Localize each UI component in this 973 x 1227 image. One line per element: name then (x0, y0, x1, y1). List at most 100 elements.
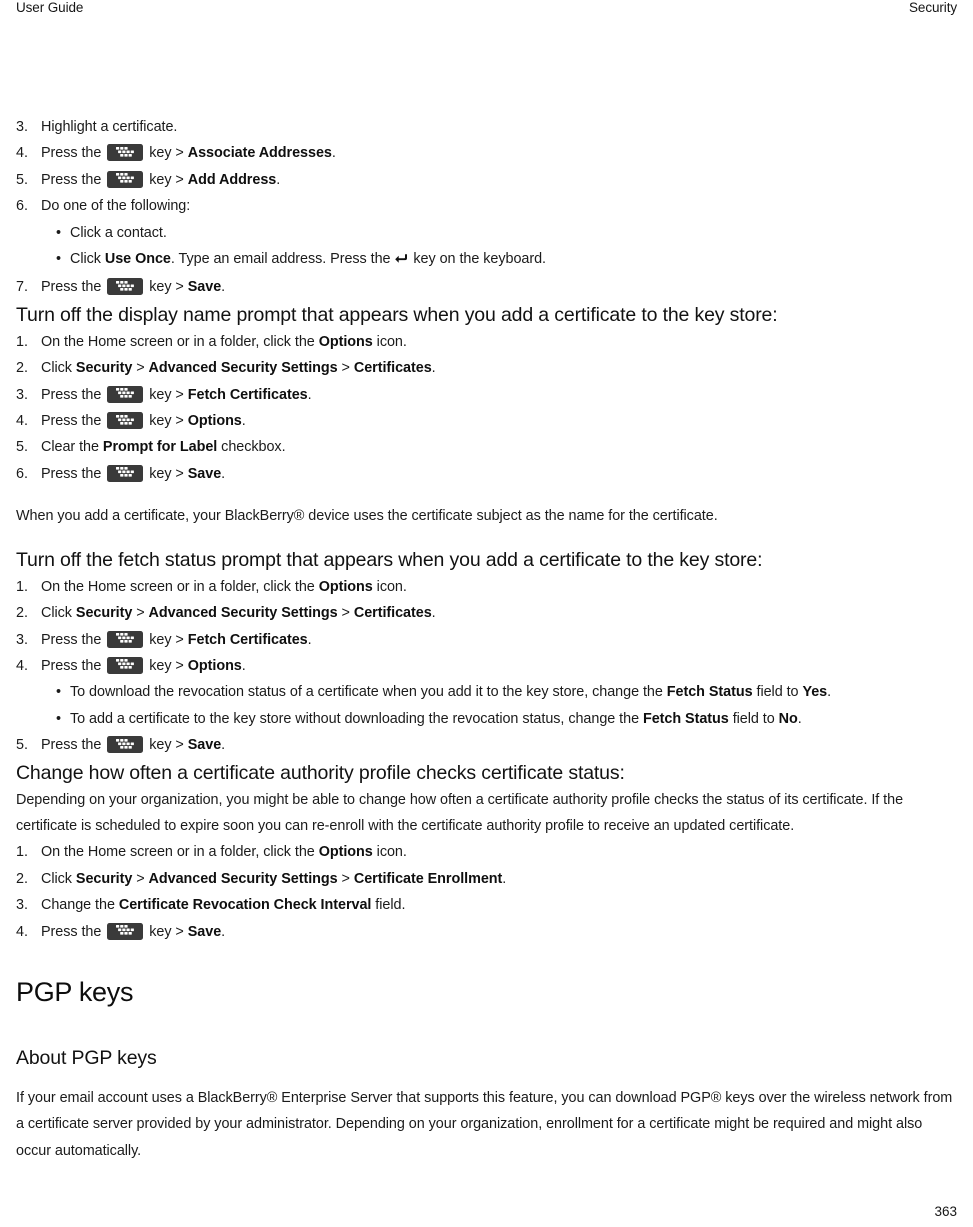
list-item: 4. Press the key > Options. (16, 653, 957, 679)
ui-label: Save (187, 737, 222, 754)
list-text-mid: key > (145, 413, 188, 430)
fetch-status-final-step: 5. Press the key > Save. (16, 732, 957, 758)
associate-addresses-final-step: 7. Press the key > Save. (16, 274, 957, 300)
blackberry-menu-key-icon (107, 630, 144, 648)
list-text: Press the (41, 923, 106, 940)
bullet-icon: • (56, 710, 61, 727)
ca-profile-paragraph: Depending on your organization, you migh… (16, 791, 904, 834)
list-sep: > (132, 360, 149, 377)
list-text: Press the (41, 145, 106, 162)
list-marker: 4. (16, 657, 28, 674)
ui-label: Save (187, 923, 222, 940)
running-head-right: Security (909, 0, 957, 15)
list-item: 2. Click Security > Advanced Security Se… (16, 600, 957, 626)
ui-value: No (778, 710, 798, 727)
list-text-mid: key > (145, 279, 188, 296)
section-heading-fetch-status-prompt: Turn off the fetch status prompt that ap… (16, 548, 763, 571)
list-text-after: . (241, 657, 246, 674)
list-text-mid: key > (145, 145, 188, 162)
document-page: User Guide Security 3. Highlight a certi… (0, 0, 973, 1227)
blackberry-menu-key-icon (107, 385, 144, 403)
list-item: 1. On the Home screen or in a folder, cl… (16, 329, 957, 355)
list-text-after: . (221, 923, 226, 940)
list-item: 1. On the Home screen or in a folder, cl… (16, 839, 957, 865)
list-marker: 6. (16, 198, 28, 215)
ui-label: Add Address (187, 171, 277, 188)
list-text-mid: key > (145, 631, 188, 648)
list-text-after: . (221, 465, 226, 482)
page-number: 363 (934, 1204, 957, 1219)
ui-label: Advanced Security Settings (148, 360, 338, 377)
list-marker: 2. (16, 360, 28, 377)
ui-label: Security (75, 360, 133, 377)
list-sep: field to (728, 710, 779, 727)
list-text: Change the (41, 897, 119, 914)
section-heading-display-name-prompt: Turn off the display name prompt that ap… (16, 303, 778, 326)
ui-value: Yes (802, 684, 828, 701)
list-text-end: . (797, 710, 802, 727)
list-text-mid: key > (145, 737, 188, 754)
list-text-after: field. (371, 897, 406, 914)
list-marker: 5. (16, 737, 28, 754)
section-heading-ca-profile-interval: Change how often a certificate authority… (16, 761, 625, 784)
ui-label: Advanced Security Settings (148, 605, 338, 622)
list-text-after: . Type an email address. Press the (170, 251, 395, 268)
list-item: 2. Click Security > Advanced Security Se… (16, 866, 957, 892)
ui-label: Fetch Certificates (187, 386, 308, 403)
associate-addresses-bullets: • Click a contact. • Click Use Once. Typ… (16, 220, 957, 275)
ui-label: Certificate Revocation Check Interval (118, 897, 372, 914)
ui-label: Options (187, 657, 242, 674)
list-text: Press the (41, 413, 106, 430)
list-item: • To add a certificate to the key store … (16, 706, 957, 732)
chapter-title-pgp-keys: PGP keys (16, 976, 134, 1007)
ui-label: Options (318, 333, 373, 350)
ui-label: Security (75, 605, 133, 622)
list-text: Press the (41, 631, 106, 648)
list-item: 4. Press the key > Save. (16, 919, 957, 945)
blackberry-menu-key-icon (107, 922, 144, 940)
fetch-status-prompt-steps: 1. On the Home screen or in a folder, cl… (16, 574, 957, 680)
list-text-mid: key > (145, 657, 188, 674)
list-text: Press the (41, 465, 106, 482)
list-item: 6. Press the key > Save. (16, 461, 957, 487)
list-item: 5. Press the key > Add Address. (16, 167, 957, 193)
ui-label: Security (75, 870, 133, 887)
ui-label: Use Once (104, 251, 171, 268)
list-text: Click (41, 605, 76, 622)
list-text-end: . (431, 605, 436, 622)
list-item: 4. Press the key > Options. (16, 408, 957, 434)
list-text-after: icon. (372, 578, 407, 595)
list-text-after: . (331, 145, 336, 162)
ui-label: Save (187, 279, 222, 296)
ui-label: Options (318, 578, 373, 595)
list-text: Press the (41, 657, 106, 674)
list-marker: 7. (16, 279, 28, 296)
enter-key-icon (395, 248, 408, 274)
blackberry-menu-key-icon (107, 656, 144, 674)
list-text-after: . (307, 386, 312, 403)
fetch-status-bullets: • To download the revocation status of a… (16, 679, 957, 732)
page-content: 3. Highlight a certificate. 4. Press the… (16, 114, 957, 1164)
list-item: • Click Use Once. Type an email address.… (16, 246, 957, 274)
list-marker: 1. (16, 333, 28, 350)
list-item: 1. On the Home screen or in a folder, cl… (16, 574, 957, 600)
list-text: Click (41, 360, 76, 377)
list-marker: 3. (16, 897, 28, 914)
section-heading-about-pgp-keys: About PGP keys (16, 1046, 157, 1069)
ui-label: Certificate Enrollment (353, 870, 503, 887)
list-text-end: . (827, 684, 832, 701)
list-text-mid: key > (145, 465, 188, 482)
ui-label: Fetch Status (666, 684, 753, 701)
ui-label: Associate Addresses (187, 145, 332, 162)
list-marker: 1. (16, 578, 28, 595)
list-sep: field to (752, 684, 803, 701)
list-item: 6. Do one of the following: (16, 193, 957, 219)
associate-addresses-steps: 3. Highlight a certificate. 4. Press the… (16, 114, 957, 220)
list-marker: 2. (16, 870, 28, 887)
list-text: To add a certificate to the key store wi… (70, 710, 643, 727)
list-text-end: . (431, 360, 436, 377)
list-item: 3. Press the key > Fetch Certificates. (16, 627, 957, 653)
ui-label: Save (187, 465, 222, 482)
list-marker: 4. (16, 923, 28, 940)
ui-label: Certificates (353, 360, 432, 377)
